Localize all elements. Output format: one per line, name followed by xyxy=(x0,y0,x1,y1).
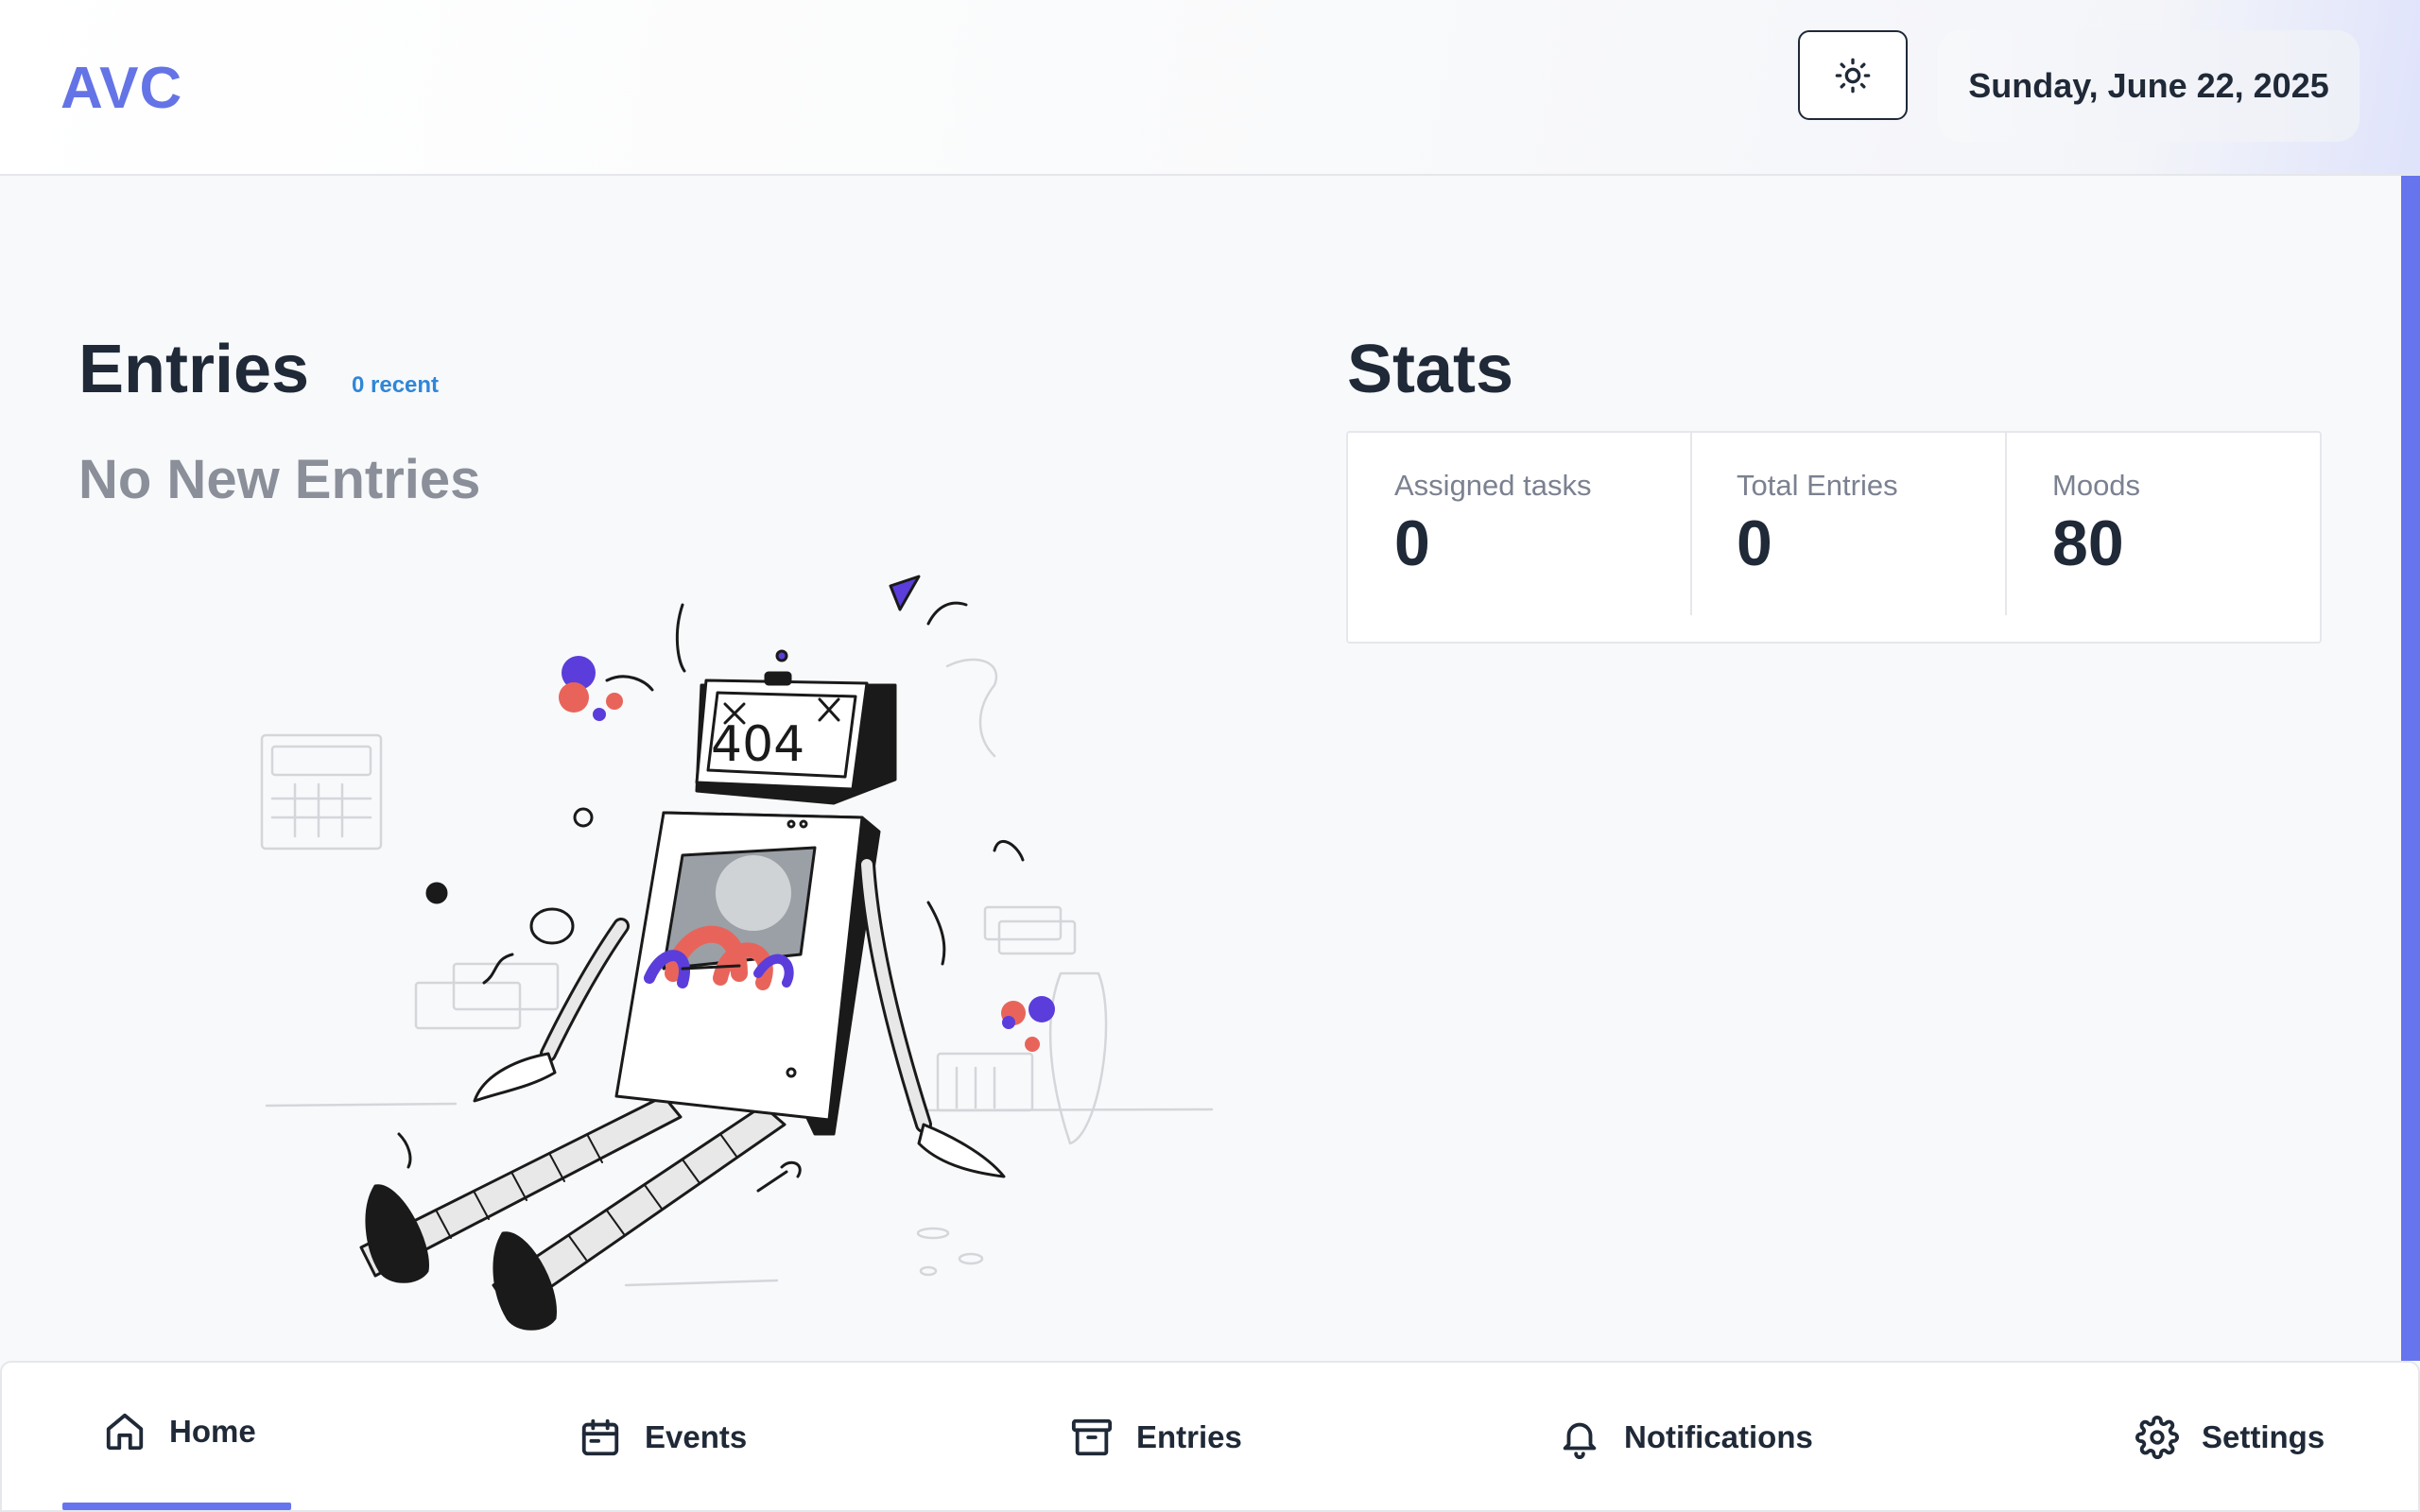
bottom-navigation: Home Events Entries Notifications Settin… xyxy=(0,1361,2420,1512)
nav-item-notifications[interactable]: Notifications xyxy=(1558,1363,1813,1512)
stat-value: 0 xyxy=(1394,507,1430,579)
calendar-icon xyxy=(581,1418,619,1456)
broken-robot-404-illustration: 404 xyxy=(260,575,1214,1331)
sun-icon xyxy=(1835,58,1871,93)
stat-value: 0 xyxy=(1737,507,1772,579)
nav-item-settings[interactable]: Settings xyxy=(2135,1363,2325,1512)
recent-count-badge: 0 recent xyxy=(352,372,440,398)
archive-icon xyxy=(1071,1418,1113,1456)
home-icon xyxy=(106,1413,144,1451)
stat-divider xyxy=(1690,433,1692,615)
current-date: Sunday, June 22, 2025 xyxy=(1938,30,2360,142)
nav-label: Settings xyxy=(2202,1419,2325,1454)
nav-label: Entries xyxy=(1136,1419,1242,1454)
stat-value: 80 xyxy=(2052,507,2124,579)
nav-item-events[interactable]: Events xyxy=(579,1363,747,1512)
empty-entries-message: No New Entries xyxy=(78,449,481,510)
app-logo[interactable]: AVC xyxy=(60,55,182,122)
entries-heading: Entries xyxy=(78,332,310,407)
nav-active-indicator xyxy=(62,1503,291,1510)
nav-item-home[interactable]: Home xyxy=(103,1357,256,1506)
theme-toggle-button[interactable] xyxy=(1798,30,1908,120)
stat-divider xyxy=(2005,433,2007,615)
bell-icon xyxy=(1563,1422,1597,1459)
nav-label: Events xyxy=(645,1419,748,1454)
nav-label: Home xyxy=(169,1414,256,1449)
gear-icon xyxy=(2135,1416,2179,1459)
stat-label: Total Entries xyxy=(1737,469,1898,502)
nav-item-entries[interactable]: Entries xyxy=(1070,1363,1242,1512)
nav-label: Notifications xyxy=(1624,1419,1813,1454)
stat-label: Assigned tasks xyxy=(1394,469,1592,502)
stat-label: Moods xyxy=(2052,469,2141,502)
scrollbar[interactable] xyxy=(2401,176,2420,1361)
robot-screen-text: 404 xyxy=(711,716,804,773)
stats-heading: Stats xyxy=(1347,332,1514,407)
app-header: AVC Sunday, June 22, 2025 xyxy=(0,0,2420,176)
stats-card: Assigned tasks 0 Total Entries 0 Moods 8… xyxy=(1346,431,2322,644)
